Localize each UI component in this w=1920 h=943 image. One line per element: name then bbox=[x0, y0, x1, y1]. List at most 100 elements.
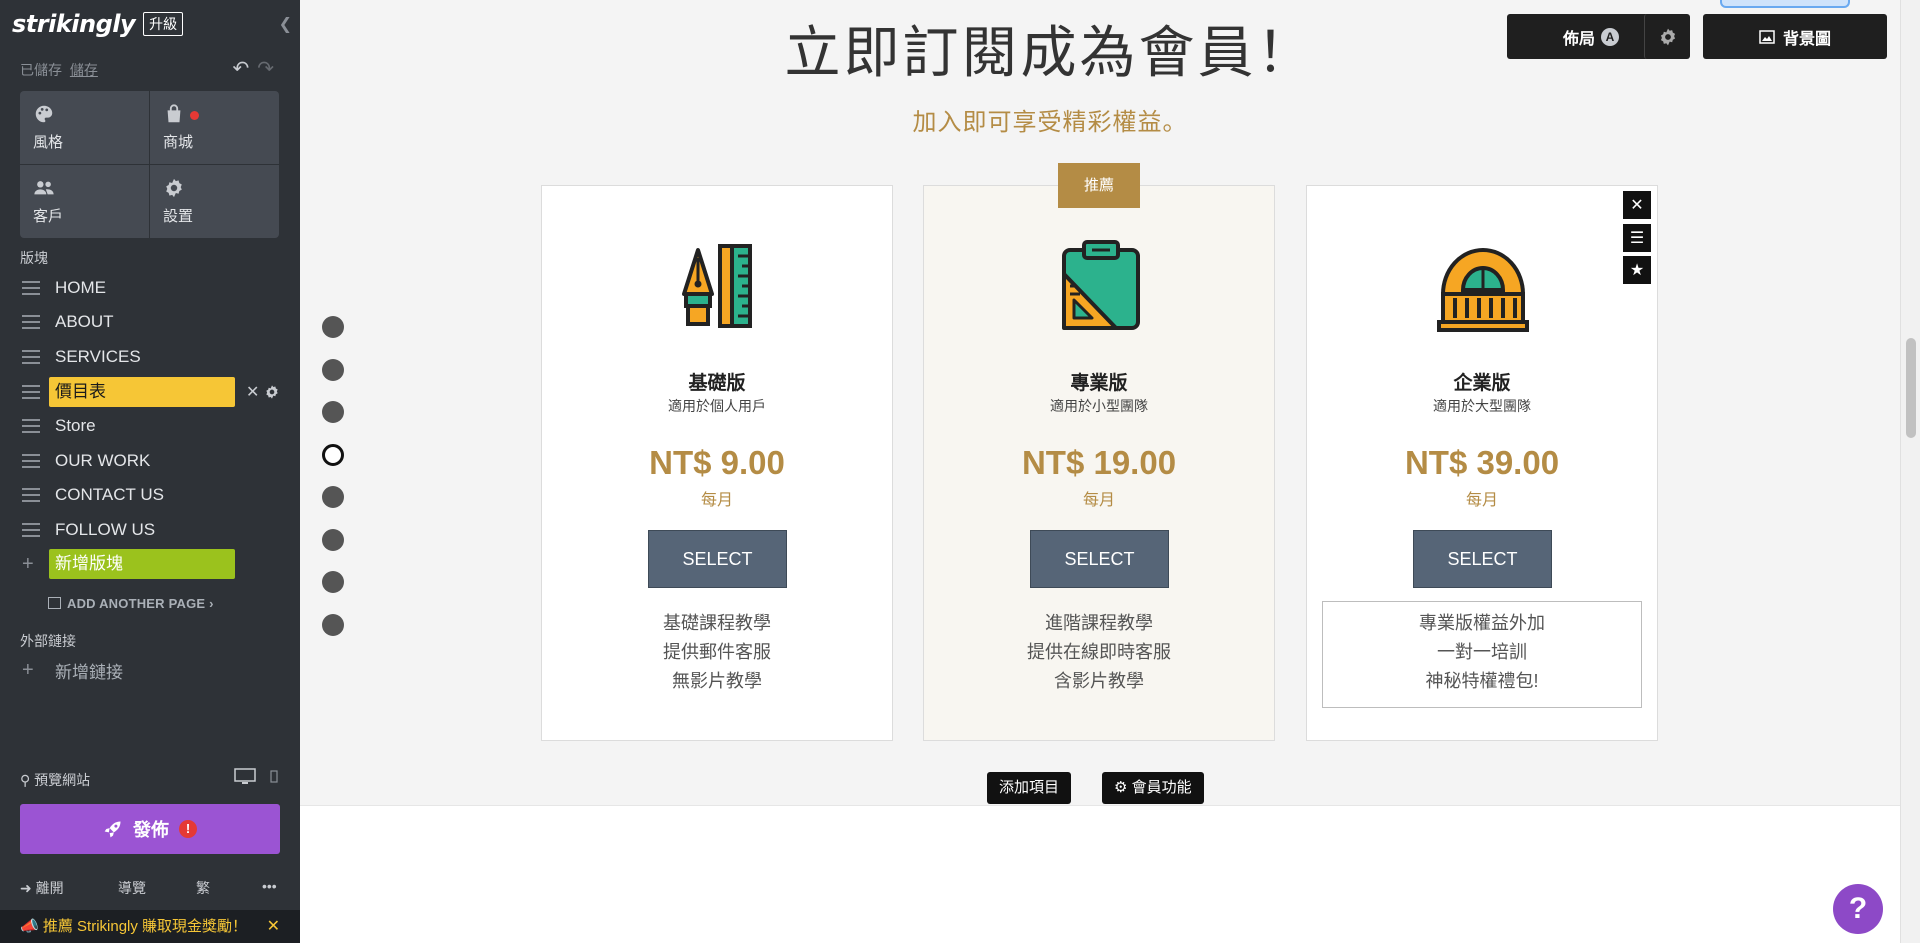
drag-handle-icon[interactable] bbox=[22, 454, 40, 468]
pricing-card-pro[interactable]: 專業版 適用於小型團隊 NT$ 19.00 每月 SELECT 進階課程教學 提… bbox=[923, 185, 1275, 741]
section-dot[interactable] bbox=[322, 571, 344, 593]
more-icon[interactable]: ••• bbox=[262, 878, 277, 894]
leave-button[interactable]: ➜ 離開 bbox=[20, 878, 64, 898]
member-features-button[interactable]: ⚙ 會員功能 bbox=[1102, 772, 1204, 804]
desktop-icon[interactable] bbox=[233, 768, 256, 786]
tile-style[interactable]: 風格 bbox=[20, 91, 149, 164]
save-status: 已儲存 儲存 bbox=[20, 60, 98, 80]
plan-features-editing[interactable]: 專業版權益外加 一對一培訓 神秘特權禮包! bbox=[1322, 601, 1642, 708]
section-dot[interactable] bbox=[322, 316, 344, 338]
select-button[interactable]: SELECT bbox=[1030, 530, 1169, 588]
feature-item: 提供郵件客服 bbox=[663, 642, 771, 662]
tile-store-label: 商城 bbox=[163, 134, 194, 151]
nav-item-store[interactable]: Store bbox=[0, 410, 300, 442]
nav-item-label: CONTACT US bbox=[55, 485, 164, 504]
plan-period[interactable]: 每月 bbox=[924, 486, 1274, 510]
plan-name[interactable]: 基礎版 bbox=[542, 368, 892, 395]
plan-price[interactable]: NT$ 9.00 bbox=[542, 444, 892, 482]
add-another-page-link[interactable]: ADD ANOTHER PAGE › bbox=[48, 596, 214, 611]
plan-name[interactable]: 企業版 bbox=[1307, 368, 1657, 395]
pages-icon bbox=[48, 597, 61, 609]
plan-description[interactable]: 適用於大型團隊 bbox=[1307, 396, 1657, 416]
plan-features[interactable]: 基礎課程教學 提供郵件客服 無影片教學 bbox=[542, 609, 892, 696]
tile-settings-label: 設置 bbox=[163, 208, 194, 225]
close-icon[interactable]: ✕ bbox=[1623, 191, 1651, 219]
upgrade-button[interactable]: 升級 bbox=[143, 12, 184, 36]
background-image-button[interactable]: 背景圖 bbox=[1703, 14, 1887, 59]
pricing-card-enterprise[interactable]: 企業版 適用於大型團隊 NT$ 39.00 每月 SELECT 專業版權益外加 … bbox=[1306, 185, 1658, 741]
add-link-button[interactable]: + 新增鏈接 bbox=[0, 654, 300, 686]
promo-text: 推薦 Strikingly 賺取現金獎勵！ bbox=[42, 918, 248, 935]
recommended-badge[interactable]: 推薦 bbox=[1058, 163, 1140, 208]
star-icon[interactable]: ★ bbox=[1623, 256, 1651, 284]
section-subheading[interactable]: 加入即可享受精彩權益。 bbox=[300, 102, 1800, 137]
section-dot[interactable] bbox=[322, 613, 344, 636]
plan-period[interactable]: 每月 bbox=[542, 486, 892, 510]
next-section bbox=[300, 805, 1900, 943]
section-dot[interactable] bbox=[322, 358, 344, 381]
nav-item-follow-us[interactable]: FOLLOW US bbox=[0, 514, 300, 546]
select-button[interactable]: SELECT bbox=[1413, 530, 1552, 588]
nav-item-about[interactable]: ABOUT bbox=[0, 306, 300, 338]
plan-description[interactable]: 適用於小型團隊 bbox=[924, 396, 1274, 416]
tile-store[interactable]: 商城 bbox=[150, 91, 279, 164]
preview-site-link[interactable]: ⚲ 預覽網站 bbox=[20, 770, 90, 790]
scrollbar-thumb[interactable] bbox=[1906, 338, 1916, 438]
drag-handle-icon[interactable] bbox=[22, 281, 40, 295]
help-button[interactable]: ? bbox=[1833, 884, 1883, 934]
page-scrollbar[interactable] bbox=[1900, 0, 1920, 943]
nav-item-contact-us[interactable]: CONTACT US bbox=[0, 479, 300, 511]
language-button[interactable]: 繁 bbox=[196, 878, 210, 898]
plan-features[interactable]: 進階課程教學 提供在線即時客服 含影片教學 bbox=[924, 609, 1274, 696]
megaphone-icon: 📣 bbox=[20, 918, 39, 935]
delete-section-icon[interactable]: ✕ bbox=[246, 382, 259, 402]
section-dot[interactable] bbox=[322, 486, 344, 508]
close-promo-icon[interactable]: ✕ bbox=[267, 910, 280, 943]
pricing-card-basic[interactable]: 基礎版 適用於個人用戶 NT$ 9.00 每月 SELECT 基礎課程教學 提供… bbox=[541, 185, 893, 741]
plan-price[interactable]: NT$ 39.00 bbox=[1307, 444, 1657, 482]
drag-handle-icon[interactable] bbox=[22, 350, 40, 364]
gear-icon bbox=[166, 178, 182, 198]
tile-customers[interactable]: 客戶 bbox=[20, 165, 149, 238]
plan-description[interactable]: 適用於個人用戶 bbox=[542, 396, 892, 416]
undo-icon[interactable]: ↶ bbox=[232, 58, 257, 80]
drag-handle-icon[interactable] bbox=[22, 523, 40, 537]
tile-customers-label: 客戶 bbox=[33, 208, 64, 225]
section-dot-current[interactable] bbox=[322, 443, 344, 466]
preview-label: 預覽網站 bbox=[34, 772, 91, 788]
tile-settings[interactable]: 設置 bbox=[150, 165, 279, 238]
tile-style-label: 風格 bbox=[33, 134, 64, 151]
drag-handle-icon[interactable] bbox=[22, 488, 40, 502]
save-link[interactable]: 儲存 bbox=[70, 62, 98, 78]
hidden-toolbar-tab[interactable] bbox=[1720, 0, 1850, 8]
nav-item-services[interactable]: SERVICES bbox=[0, 341, 300, 373]
undo-redo: ↶↷ bbox=[232, 56, 282, 81]
add-item-button[interactable]: 添加項目 bbox=[987, 772, 1072, 804]
menu-icon[interactable]: ☰ bbox=[1623, 223, 1651, 252]
add-section-button[interactable]: + 新增版塊 bbox=[0, 548, 300, 580]
drag-handle-icon[interactable] bbox=[22, 385, 40, 399]
drag-handle-icon[interactable] bbox=[22, 315, 40, 329]
publish-button[interactable]: 發佈 ! bbox=[20, 804, 280, 854]
plan-period[interactable]: 每月 bbox=[1307, 486, 1657, 510]
redo-icon[interactable]: ↷ bbox=[257, 58, 282, 80]
plan-price[interactable]: NT$ 19.00 bbox=[924, 444, 1274, 482]
section-settings-gear-icon[interactable] bbox=[264, 384, 280, 400]
drag-handle-icon[interactable] bbox=[22, 419, 40, 433]
guide-button[interactable]: 導覽 bbox=[118, 878, 146, 898]
nav-item-label: OUR WORK bbox=[55, 451, 151, 470]
feature-item: 基礎課程教學 bbox=[663, 613, 771, 633]
section-settings-button[interactable] bbox=[1644, 14, 1690, 59]
referral-promo-banner[interactable]: 📣 推薦 Strikingly 賺取現金獎勵！ ✕ bbox=[0, 910, 300, 943]
section-dot[interactable] bbox=[322, 401, 344, 423]
mobile-icon[interactable] bbox=[268, 768, 280, 786]
collapse-sidebar-icon[interactable]: ❮ bbox=[279, 14, 292, 34]
nav-item-home[interactable]: HOME bbox=[0, 272, 300, 304]
nav-item-pricing[interactable]: 價目表 ✕ bbox=[0, 376, 300, 408]
card-toolbar: ✕ ☰ ★ bbox=[1623, 191, 1651, 289]
plan-name[interactable]: 專業版 bbox=[924, 368, 1274, 395]
section-dot[interactable] bbox=[322, 528, 344, 551]
select-button[interactable]: SELECT bbox=[648, 530, 787, 588]
nav-item-our-work[interactable]: OUR WORK bbox=[0, 445, 300, 477]
strikingly-logo[interactable]: strikingly bbox=[12, 10, 136, 38]
